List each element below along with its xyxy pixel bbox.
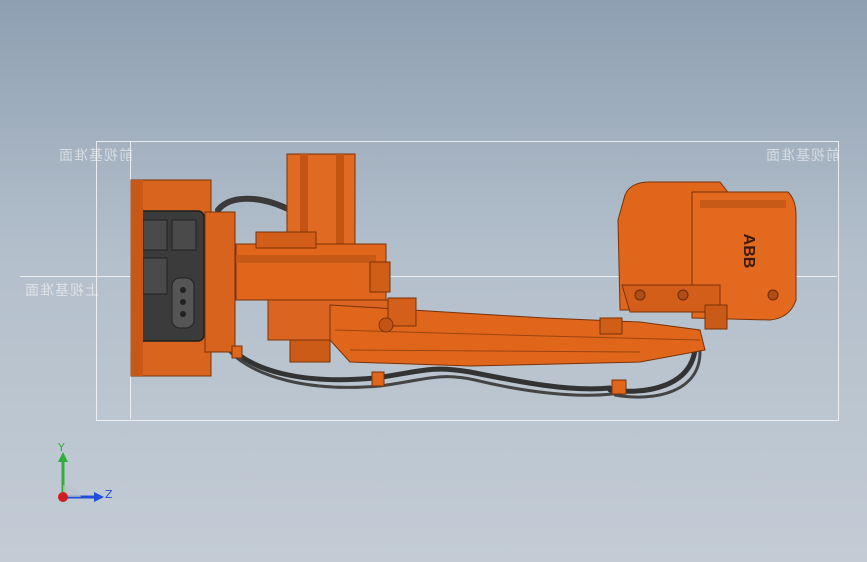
robot-wrist-head	[617, 181, 797, 330]
abb-logo: ABB	[740, 234, 757, 269]
robot-model[interactable]: ABB	[0, 0, 867, 562]
triad-z-label: Z	[105, 488, 113, 501]
triad-x-axis	[58, 492, 68, 502]
coordinate-triad[interactable]: Y Z	[48, 440, 118, 510]
cad-viewport[interactable]: 前视基准面 前视基准面 上视基准面 ABB Y Z	[0, 0, 867, 562]
triad-y-label: Y	[57, 441, 65, 454]
